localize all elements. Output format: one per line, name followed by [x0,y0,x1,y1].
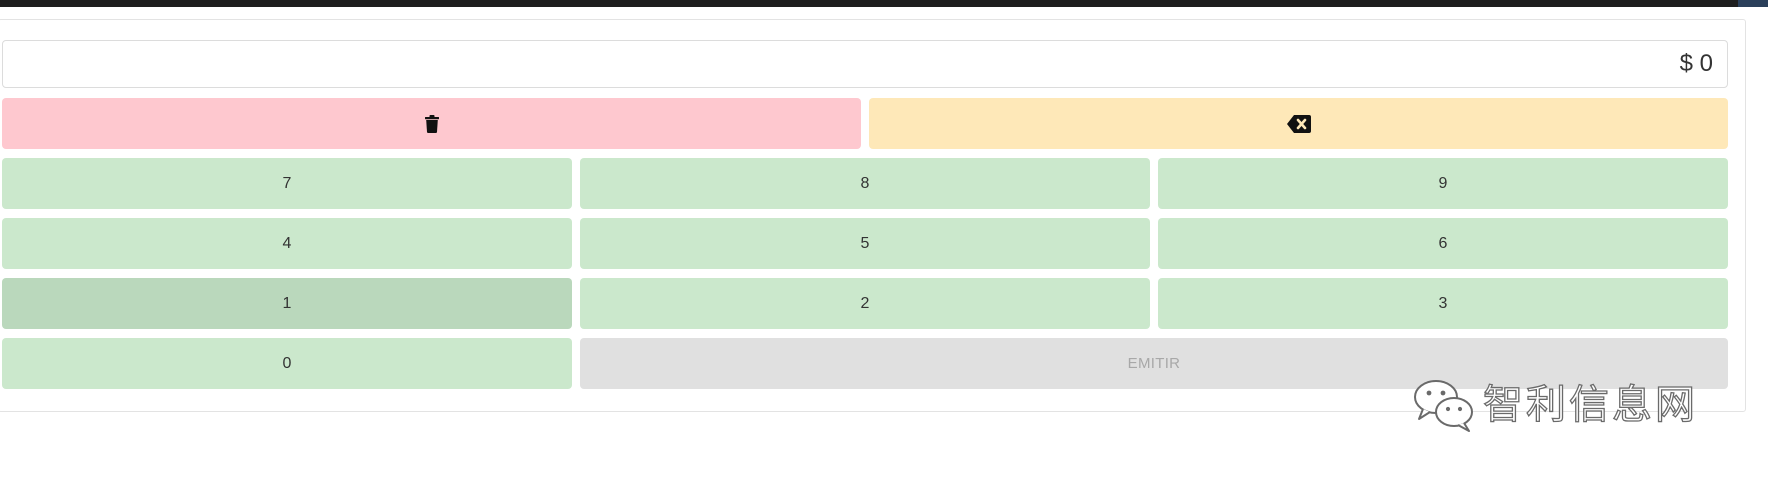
clear-button[interactable] [2,98,861,149]
watermark: 智利信息网 [1413,378,1698,432]
amount-value: $ 0 [1679,50,1713,77]
backspace-button[interactable] [869,98,1728,149]
digit-6-button[interactable]: 6 [1158,218,1728,269]
digit-9-button[interactable]: 9 [1158,158,1728,209]
browser-top-bar [0,0,1768,7]
backspace-icon [1286,114,1311,133]
digit-8-button[interactable]: 8 [580,158,1150,209]
trash-icon [424,114,439,133]
wechat-icon [1414,380,1473,432]
digit-5-button[interactable]: 5 [580,218,1150,269]
top-bar-accent [1738,0,1768,7]
amount-display: $ 0 [2,40,1728,88]
watermark-text: 智利信息网 [1482,382,1698,428]
digit-4-button[interactable]: 4 [2,218,572,269]
digit-1-button[interactable]: 1 [2,278,572,329]
digit-2-button[interactable]: 2 [580,278,1150,329]
digit-0-button[interactable]: 0 [2,338,572,389]
digit-7-button[interactable]: 7 [2,158,572,209]
digit-3-button[interactable]: 3 [1158,278,1728,329]
